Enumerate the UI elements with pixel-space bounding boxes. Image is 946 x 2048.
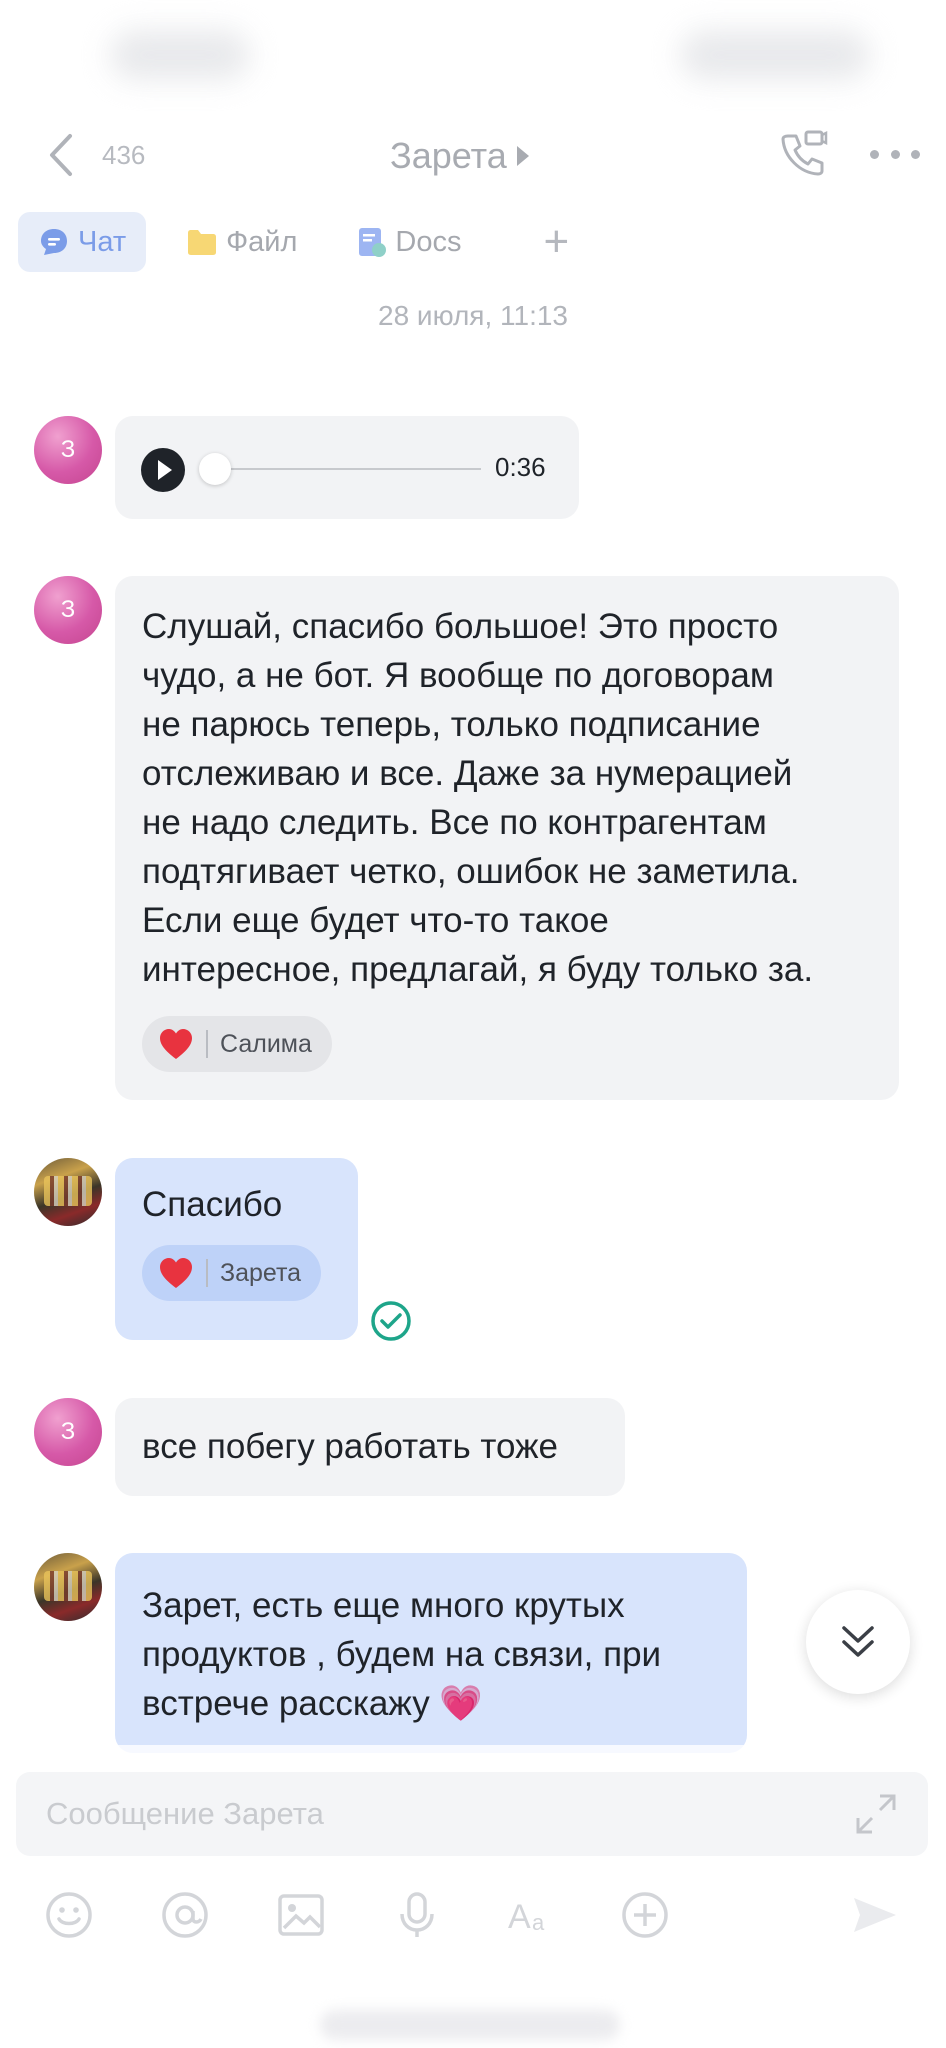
- tab-files-label: Файл: [226, 225, 298, 258]
- message-bubble[interactable]: Спасибо Зарета: [115, 1158, 358, 1340]
- reaction-user: Салима: [220, 1029, 312, 1058]
- chat-bubble-icon: [41, 229, 67, 255]
- reaction-divider: [206, 1030, 208, 1058]
- text-format-icon[interactable]: A a: [506, 1890, 556, 1940]
- message-input[interactable]: Сообщение Зарета: [16, 1772, 928, 1856]
- scroll-to-bottom-button[interactable]: [806, 1590, 910, 1694]
- title-arrow-icon: [516, 146, 529, 166]
- voice-progress-track[interactable]: [199, 468, 481, 470]
- message-input-placeholder: Сообщение Зарета: [46, 1796, 324, 1831]
- status-bar-indicators-blur: [680, 30, 870, 80]
- add-attachment-icon[interactable]: [620, 1890, 670, 1940]
- heart-icon: [160, 1258, 192, 1288]
- expand-icon[interactable]: [854, 1792, 898, 1836]
- call-icon[interactable]: [778, 128, 828, 178]
- read-check-icon: [371, 1301, 411, 1341]
- microphone-icon[interactable]: [392, 1890, 442, 1940]
- svg-text:a: a: [532, 1910, 545, 1935]
- image-icon[interactable]: [276, 1890, 326, 1940]
- chat-header: 436 Зарета: [0, 110, 946, 200]
- play-icon[interactable]: [141, 448, 185, 492]
- status-bar-time-blur: [110, 30, 250, 80]
- reaction-chip[interactable]: Салима: [142, 1016, 332, 1072]
- svg-text:A: A: [508, 1898, 531, 1936]
- more-options-icon[interactable]: [870, 150, 920, 160]
- tab-chat[interactable]: Чат: [18, 212, 147, 272]
- message-text: Слушай, спасибо большое! Это просто чудо…: [142, 607, 814, 989]
- message-text: Зарет, есть еще много крутых продуктов ,…: [142, 1586, 662, 1723]
- back-icon[interactable]: [42, 130, 82, 180]
- reaction-divider: [206, 1259, 208, 1287]
- emoji-icon[interactable]: [44, 1890, 94, 1940]
- chat-title: Зарета: [390, 135, 507, 176]
- chat-title-button[interactable]: Зарета: [390, 134, 529, 178]
- send-icon[interactable]: [850, 1890, 900, 1940]
- message-text: все побегу работать тоже: [142, 1427, 559, 1466]
- tab-docs-label: Docs: [395, 225, 462, 258]
- date-separator: 28 июля, 11:13: [378, 300, 568, 331]
- voice-progress-knob[interactable]: [199, 453, 231, 485]
- message-bubble[interactable]: все побегу работать тоже: [115, 1398, 625, 1496]
- add-tab-icon[interactable]: +: [543, 212, 569, 272]
- avatar[interactable]: [34, 1553, 102, 1621]
- unread-count[interactable]: 436: [102, 140, 145, 171]
- tab-docs[interactable]: Docs: [337, 212, 481, 272]
- avatar[interactable]: [34, 1158, 102, 1226]
- message-bubble[interactable]: Зарет, есть еще много крутых продуктов ,…: [115, 1553, 747, 1753]
- voice-message[interactable]: 0:36: [115, 416, 579, 519]
- double-chevron-down-icon: [842, 1626, 874, 1657]
- tab-files[interactable]: Файл: [166, 212, 317, 272]
- composer-toolbar: A a: [0, 1890, 946, 1950]
- avatar[interactable]: З: [34, 576, 102, 644]
- home-indicator: [320, 2010, 620, 2040]
- heart-icon: [160, 1029, 192, 1059]
- mention-icon[interactable]: [160, 1890, 210, 1940]
- folder-icon: [188, 230, 217, 255]
- docs-icon: [359, 228, 387, 257]
- message-bubble[interactable]: Слушай, спасибо большое! Это просто чудо…: [115, 576, 899, 1100]
- voice-duration: 0:36: [495, 452, 546, 482]
- avatar[interactable]: З: [34, 416, 102, 484]
- chat-tabs: Чат Файл Docs +: [18, 212, 569, 272]
- tab-chat-label: Чат: [78, 225, 127, 258]
- reaction-chip[interactable]: Зарета: [142, 1245, 322, 1301]
- message-text: Спасибо: [142, 1185, 283, 1224]
- reaction-user: Зарета: [220, 1258, 302, 1287]
- avatar[interactable]: З: [34, 1398, 102, 1466]
